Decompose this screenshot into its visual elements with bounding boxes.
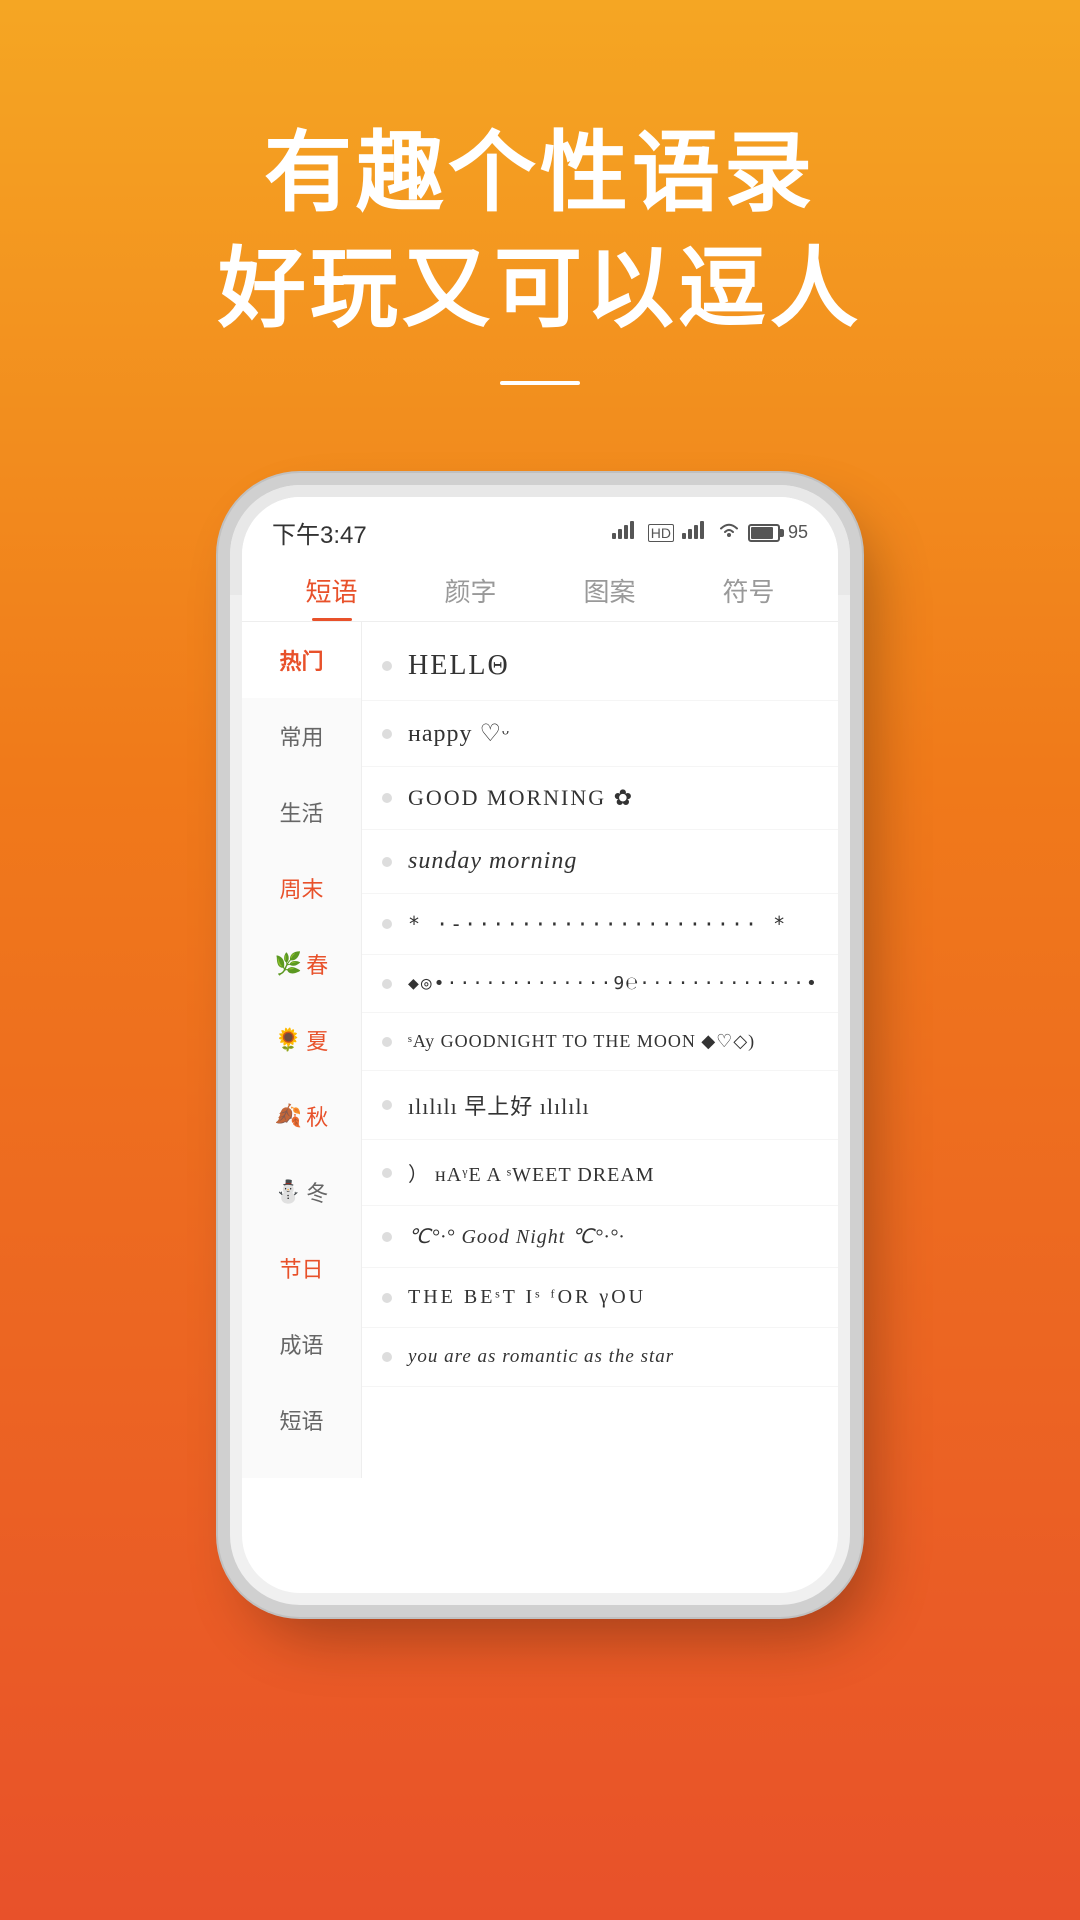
list-item[interactable]: * ·-····················· *: [362, 894, 838, 955]
list-item[interactable]: ℃°·° Good Night ℃°·°·: [362, 1206, 838, 1268]
phrase-text: ʜappy ♡ᵕ: [408, 719, 510, 748]
tab-phrases[interactable]: 短语: [262, 560, 401, 621]
tab-symbols[interactable]: 符号: [679, 560, 818, 621]
wifi-icon: [718, 521, 740, 544]
list-item[interactable]: ılılılı 早上好 ılılılı: [362, 1071, 838, 1140]
phone-mockup: 下午3:47 HD: [230, 485, 850, 1605]
phrase-dot: [382, 729, 392, 739]
list-item[interactable]: ） ʜAᵞE A ˢWEET DREAM: [362, 1140, 838, 1206]
hd-label: HD: [648, 524, 674, 542]
battery-fill: [751, 527, 773, 539]
tab-patterns[interactable]: 图案: [540, 560, 679, 621]
status-bar: 下午3:47 HD: [242, 497, 838, 560]
battery-icon: [748, 524, 780, 542]
status-time: 下午3:47: [272, 515, 367, 550]
phrase-text: GOOD MORNING ✿: [408, 785, 634, 811]
phrases-list: HELLΘ ʜappy ♡ᵕ GOOD MORNING ✿ su: [362, 622, 838, 1478]
phrase-text: ℃°·° Good Night ℃°·°·: [408, 1224, 625, 1249]
phone-screen: 下午3:47 HD: [242, 497, 838, 1593]
phrase-text: you are as romantiᴄ as the star: [408, 1346, 674, 1368]
category-spring[interactable]: 🌿春: [242, 926, 361, 1002]
phrase-text: HELLΘ: [408, 650, 510, 682]
category-life[interactable]: 生活: [242, 774, 361, 850]
category-sidebar: 热门 常用 生活 周末 🌿春 🌻夏 🍂秋 ⛄冬 节日 成语 短语: [242, 622, 362, 1478]
phrase-text: ◆◎•·············9℮·············•: [408, 973, 819, 994]
phrase-dot: [382, 857, 392, 867]
phrase-dot: [382, 1168, 392, 1178]
phrase-text: ） ʜAᵞE A ˢWEET DREAM: [408, 1158, 655, 1187]
category-autumn[interactable]: 🍂秋: [242, 1078, 361, 1154]
phrase-dot: [382, 979, 392, 989]
phrase-dot: [382, 793, 392, 803]
list-item[interactable]: you are as romantiᴄ as the star: [362, 1328, 838, 1387]
category-holiday[interactable]: 节日: [242, 1230, 361, 1306]
phrase-dot: [382, 1037, 392, 1047]
phrase-text: THE BEˢT Iˢ ᶠOR γOU: [408, 1286, 646, 1309]
phrase-text: ılılılı 早上好 ılılılı: [408, 1089, 590, 1121]
list-item[interactable]: sunday morning: [362, 830, 838, 894]
phone-content: 下午3:47 HD: [242, 497, 838, 1483]
list-item[interactable]: ˢAy GOODNIGHT TO THE MOON ◆♡◇): [362, 1013, 838, 1071]
phrase-text: ˢAy GOODNIGHT TO THE MOON ◆♡◇): [408, 1031, 755, 1052]
phrase-dot: [382, 1232, 392, 1242]
category-winter[interactable]: ⛄冬: [242, 1154, 361, 1230]
category-weekend[interactable]: 周末: [242, 850, 361, 926]
list-item[interactable]: GOOD MORNING ✿: [362, 767, 838, 830]
phrase-text: * ·-····················· *: [408, 912, 787, 936]
hero-section: 有趣个性语录 好玩又可以逗人: [0, 0, 1080, 485]
phone-wrapper: 下午3:47 HD: [0, 485, 1080, 1605]
list-item[interactable]: THE BEˢT Iˢ ᶠOR γOU: [362, 1268, 838, 1328]
category-common[interactable]: 常用: [242, 698, 361, 774]
hero-title-1: 有趣个性语录: [0, 120, 1080, 226]
category-idiom[interactable]: 成语: [242, 1306, 361, 1382]
status-icons: HD: [612, 521, 808, 544]
category-hot[interactable]: 热门: [242, 622, 361, 698]
phrase-dot: [382, 1352, 392, 1362]
list-item[interactable]: HELLΘ: [362, 632, 838, 701]
tab-fancy[interactable]: 颜字: [401, 560, 540, 621]
app-tabs: 短语 颜字 图案 符号: [242, 560, 838, 622]
divider: [500, 381, 580, 385]
category-summer[interactable]: 🌻夏: [242, 1002, 361, 1078]
battery-percent: 95: [788, 522, 808, 543]
content-area: 热门 常用 生活 周末 🌿春 🌻夏 🍂秋 ⛄冬 节日 成语 短语: [242, 622, 838, 1478]
phrase-dot: [382, 1293, 392, 1303]
phrase-dot: [382, 919, 392, 929]
category-phrase[interactable]: 短语: [242, 1382, 361, 1458]
signal-icon: [612, 521, 640, 544]
phrase-dot: [382, 661, 392, 671]
list-item[interactable]: ʜappy ♡ᵕ: [362, 701, 838, 767]
signal2-icon: [682, 521, 710, 544]
list-item[interactable]: ◆◎•·············9℮·············•: [362, 955, 838, 1013]
phrase-text: sunday morning: [408, 848, 577, 875]
hero-title-2: 好玩又可以逗人: [0, 236, 1080, 342]
phrase-dot: [382, 1100, 392, 1110]
